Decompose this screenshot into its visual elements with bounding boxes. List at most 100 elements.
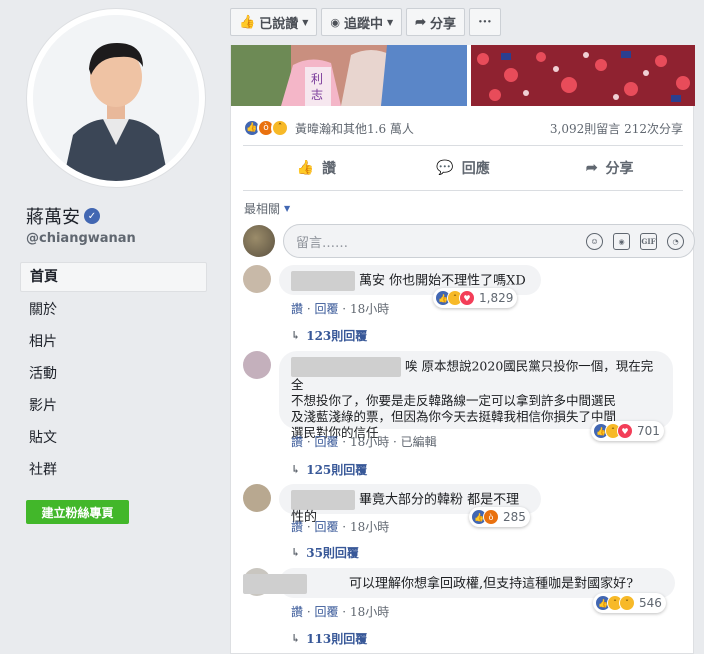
reaction-count: 546: [639, 596, 662, 610]
comment-time[interactable]: 18小時: [350, 605, 389, 619]
reaction-summary[interactable]: 👍 ò ˆ: [243, 119, 289, 137]
view-replies-link[interactable]: ↳ 125則回覆: [291, 461, 367, 478]
comment-reply-link[interactable]: 回覆: [314, 520, 338, 534]
nav-item-about[interactable]: 關於: [20, 294, 207, 326]
comment-reactions[interactable]: 👍 ò 285: [469, 507, 530, 527]
comment-reactions[interactable]: 👍 ˆ ˇ 546: [593, 593, 666, 613]
reply-arrow-icon: ↳: [291, 546, 301, 559]
composer-icons: ☺ ◉ GIF ◔: [586, 232, 694, 250]
more-options-button[interactable]: ···: [469, 8, 501, 36]
share-arrow-icon: ➦: [415, 14, 427, 30]
profile-picture[interactable]: [33, 15, 199, 181]
sort-label: 最相關: [244, 202, 281, 216]
rss-icon: ◉: [330, 15, 340, 29]
speech-bubble-icon: 💬: [436, 160, 454, 176]
comment-label: 回應: [461, 161, 490, 177]
comment-time[interactable]: 18小時: [350, 435, 389, 449]
comment-sort-dropdown[interactable]: 最相關 ▼: [244, 200, 290, 217]
comment-reply-link[interactable]: 回覆: [314, 302, 338, 316]
liked-button[interactable]: 👍 已說讚 ▼: [230, 8, 318, 36]
nav-item-photos[interactable]: 相片: [20, 326, 207, 358]
view-replies-link[interactable]: ↳ 113則回覆: [291, 630, 367, 647]
comment-meta: 讚 · 回覆 · 18小時: [291, 302, 390, 316]
nav-item-posts[interactable]: 貼文: [20, 422, 207, 454]
comment-reply-link[interactable]: 回覆: [314, 435, 338, 449]
nav-item-community[interactable]: 社群: [20, 454, 207, 486]
share-page-button[interactable]: ➦ 分享: [406, 8, 466, 36]
create-page-button[interactable]: 建立粉絲專頁: [26, 500, 129, 524]
svg-text:志: 志: [311, 88, 323, 102]
reply-arrow-icon: ↳: [291, 632, 301, 645]
view-replies-link[interactable]: ↳ 123則回覆: [291, 327, 367, 344]
nav-item-home[interactable]: 首頁: [20, 262, 207, 292]
commenter-avatar[interactable]: [243, 351, 271, 379]
share-label: 分享: [605, 161, 634, 177]
comment-composer: 留言…… ☺ ◉ GIF ◔: [243, 223, 695, 259]
page-action-bar: 👍 已說讚 ▼ ◉ 追蹤中 ▼ ➦ 分享 ···: [230, 8, 505, 36]
page-title[interactable]: 蔣萬安: [26, 203, 80, 229]
commenter-name-redacted[interactable]: [243, 574, 307, 594]
love-reaction-icon: ♥: [617, 423, 633, 439]
replies-count: 113則回覆: [306, 632, 368, 646]
gif-icon[interactable]: GIF: [640, 232, 657, 250]
thumbs-up-icon: 👍: [239, 14, 256, 30]
comment-bubble: 唉 原本想說2020國民黨只投你一個，現在完全 不想投你了，你要是走反韓路線一定…: [279, 351, 673, 440]
verified-badge-icon: ✓: [84, 208, 100, 224]
like-label: 讚: [322, 161, 337, 177]
user-avatar: [243, 225, 275, 257]
caret-down-icon: ▼: [302, 17, 309, 27]
comment-reactions[interactable]: 👍 ˆ ♥ 1,829: [433, 288, 518, 308]
reply-arrow-icon: ↳: [291, 463, 301, 476]
post-action-row: 👍 讚 💬 回應 ➦ 分享: [243, 145, 683, 191]
page-username[interactable]: @chiangwanan: [26, 231, 136, 246]
replies-count: 35則回覆: [306, 546, 359, 560]
comment-like-link[interactable]: 讚: [291, 435, 303, 449]
comments-shares-count[interactable]: 3,092則留言 212次分享: [550, 120, 683, 137]
comment-reply-link[interactable]: 回覆: [314, 605, 338, 619]
svg-text:利: 利: [311, 72, 323, 86]
thumbs-up-icon: 👍: [296, 160, 315, 176]
nav-item-events[interactable]: 活動: [20, 358, 207, 390]
reactions-text[interactable]: 黃暐瀚和其他1.6 萬人: [295, 120, 414, 137]
commenter-avatar[interactable]: [243, 265, 271, 293]
comment-text: 可以理解你想拿回政權,但支持這種咖是對國家好?: [349, 576, 634, 592]
page-sidebar: 蔣萬安 ✓ @chiangwanan 首頁 關於 相片 活動 影片 貼文 社群 …: [0, 0, 218, 654]
following-button[interactable]: ◉ 追蹤中 ▼: [321, 8, 403, 36]
reply-arrow-icon: ↳: [291, 329, 301, 342]
commenter-name-redacted[interactable]: [291, 271, 355, 291]
comment-like-link[interactable]: 讚: [291, 302, 303, 316]
following-label: 追蹤中: [343, 16, 383, 32]
profile-picture-frame[interactable]: [26, 8, 206, 188]
commenter-avatar[interactable]: [243, 484, 271, 512]
comment-like-link[interactable]: 讚: [291, 520, 303, 534]
sticker-icon[interactable]: ◔: [667, 232, 684, 250]
reaction-count: 285: [503, 510, 526, 524]
post-photo-2[interactable]: [471, 45, 695, 106]
post-photo-1[interactable]: 利 志: [231, 45, 467, 106]
comment-meta: 讚 · 回覆 · 18小時 · 已編輯: [291, 435, 437, 449]
comment-reactions[interactable]: 👍 ˆ ♥ 701: [591, 421, 664, 441]
comment-button[interactable]: 💬 回應: [390, 146, 537, 190]
comment-meta: 讚 · 回覆 · 18小時: [291, 605, 390, 619]
camera-icon[interactable]: ◉: [613, 232, 630, 250]
angry-reaction-icon: ò: [483, 509, 499, 525]
comment-like-link[interactable]: 讚: [291, 605, 303, 619]
nav-item-videos[interactable]: 影片: [20, 390, 207, 422]
comment-time[interactable]: 18小時: [350, 520, 389, 534]
like-button[interactable]: 👍 讚: [243, 146, 390, 190]
commenter-name-redacted[interactable]: [291, 357, 401, 377]
share-button[interactable]: ➦ 分享: [536, 146, 683, 190]
comment-text: 不想投你了，你要是走反韓路線一定可以拿到許多中間選民: [291, 393, 617, 408]
comment-text: 萬安 你也開始不理性了嗎XD: [359, 273, 526, 289]
caret-down-icon: ▼: [386, 17, 394, 27]
haha-reaction-icon: ˆ: [271, 119, 289, 137]
comment-input[interactable]: 留言…… ☺ ◉ GIF ◔: [283, 224, 695, 258]
edited-label[interactable]: 已編輯: [401, 435, 437, 449]
view-replies-link[interactable]: ↳ 35則回覆: [291, 544, 359, 561]
reaction-count: 1,829: [479, 291, 514, 305]
sad-reaction-icon: ˇ: [619, 595, 635, 611]
comment-time[interactable]: 18小時: [350, 302, 389, 316]
commenter-name-redacted[interactable]: [291, 490, 355, 510]
main-column: 👍 已說讚 ▼ ◉ 追蹤中 ▼ ➦ 分享 ··· 利 志 👍 ò ˆ 黃暐瀚和其…: [230, 0, 704, 654]
emoji-icon[interactable]: ☺: [586, 232, 603, 250]
